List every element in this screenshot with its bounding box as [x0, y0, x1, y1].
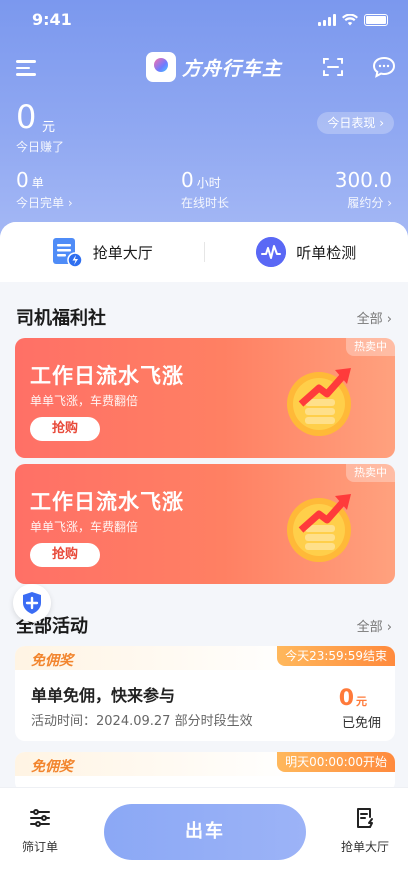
stat-label: 履约分 › [347, 196, 392, 210]
tab-filter-orders[interactable]: 筛订单 [20, 806, 60, 855]
stat-completed-orders[interactable]: 0单 今日完单 › [16, 168, 73, 211]
activities-header: 全部活动 全部 › [16, 612, 392, 638]
bottom-tabbar: 筛订单 出车 抢单大厅 [0, 787, 408, 883]
stat-unit: 单 [31, 176, 44, 190]
stat-value: 0 [16, 168, 29, 192]
tab-label: 抢单大厅 [340, 840, 389, 854]
coin-growth-icon [287, 368, 351, 436]
activity-time-tag: 今天23:59:59结束 [277, 646, 395, 666]
stat-performance-score[interactable]: 300.0 履约分 › [335, 168, 392, 211]
coin-growth-icon [287, 494, 351, 562]
status-bar: 9:41 [0, 0, 408, 40]
activity-amount: 0元 [338, 686, 367, 711]
stat-value: 0 [181, 168, 194, 192]
welfare-all-link[interactable]: 全部 › [357, 308, 392, 327]
activity-card[interactable]: 免佣奖 今天23:59:59结束 单单免佣，快来参与 活动时间：2024.09.… [15, 646, 395, 741]
stat-online-hours: 0 小时 在线时长 [181, 168, 229, 211]
quick-listen-check[interactable]: 听单检测 [205, 222, 408, 282]
promo-card[interactable]: 热卖中 工作日流水飞涨 单单飞涨，车费翻倍 抢购 [15, 464, 395, 584]
promo-card[interactable]: 热卖中 工作日流水飞涨 单单飞涨，车费翻倍 抢购 [15, 338, 395, 458]
stat-label: 在线时长 [181, 196, 230, 210]
main-content: 抢单大厅 听单检测 司机福利社 全部 › 热卖中 工作日流水飞涨 单单飞涨，车费… [0, 222, 408, 862]
brand: 方舟行车主 [146, 52, 282, 82]
listen-check-icon [256, 237, 287, 267]
shield-icon[interactable] [13, 584, 51, 622]
activity-time-tag: 明天00:00:00开始 [277, 752, 395, 772]
activity-card[interactable]: 免佣奖 明天00:00:00开始 [15, 752, 395, 792]
activity-badge: 免佣奖 [31, 759, 73, 775]
wifi-icon [342, 14, 358, 26]
status-time: 9:41 [32, 10, 72, 29]
promo-tag: 热卖中 [346, 338, 395, 356]
signal-icon [318, 14, 336, 26]
status-icons [318, 14, 388, 26]
brand-logo-icon [146, 52, 176, 82]
order-hall-tab-icon [357, 808, 373, 828]
promo-title: 工作日流水飞涨 [30, 364, 184, 388]
earnings-unit: 元 [42, 120, 56, 135]
activity-title: 单单免佣，快来参与 [31, 686, 176, 705]
earnings-amount: 0 [16, 98, 37, 136]
welfare-header: 司机福利社 全部 › [16, 304, 392, 330]
promo-buy-button[interactable]: 抢购 [30, 543, 100, 567]
earnings-label: 今日赚了 [16, 140, 65, 154]
go-online-button[interactable]: 出车 [104, 804, 306, 860]
battery-icon [364, 14, 388, 26]
stat-label: 今日完单 › [16, 196, 73, 210]
welfare-title: 司机福利社 [16, 308, 106, 329]
header-hero: 9:41 方舟行车主 0 元 今日赚了 今日表现 › 0 单 今日完单 › 0 … [0, 0, 408, 250]
quick-order-hall[interactable]: 抢单大厅 [0, 222, 204, 282]
quick-label: 抢单大厅 [92, 243, 153, 262]
scan-icon[interactable] [322, 56, 344, 78]
brand-name: 方舟行车主 [182, 57, 283, 80]
activities-all-link[interactable]: 全部 › [357, 616, 392, 635]
today-performance-button[interactable]: 今日表现 › [317, 112, 394, 134]
menu-icon[interactable] [16, 60, 36, 76]
order-hall-icon [52, 238, 83, 268]
promo-subtitle: 单单飞涨，车费翻倍 [30, 394, 139, 408]
top-nav: 方舟行车主 [0, 52, 408, 84]
tab-order-hall[interactable]: 抢单大厅 [340, 806, 390, 855]
tab-label: 筛订单 [21, 840, 58, 854]
promo-tag: 热卖中 [346, 464, 395, 482]
quick-label: 听单检测 [296, 243, 357, 262]
activity-badge: 免佣奖 [31, 653, 73, 669]
stat-unit: 小时 [196, 176, 221, 190]
filter-icon [30, 809, 50, 827]
stat-value: 300.0 [334, 168, 392, 192]
activity-desc: 活动时间：2024.09.27 部分时段生效 [31, 714, 253, 729]
quick-actions: 抢单大厅 听单检测 [0, 222, 408, 282]
promo-subtitle: 单单飞涨，车费翻倍 [30, 520, 139, 534]
activity-amount-label: 已免佣 [341, 716, 381, 731]
promo-buy-button[interactable]: 抢购 [30, 417, 100, 441]
message-icon[interactable] [372, 56, 396, 78]
promo-title: 工作日流水飞涨 [30, 490, 184, 514]
